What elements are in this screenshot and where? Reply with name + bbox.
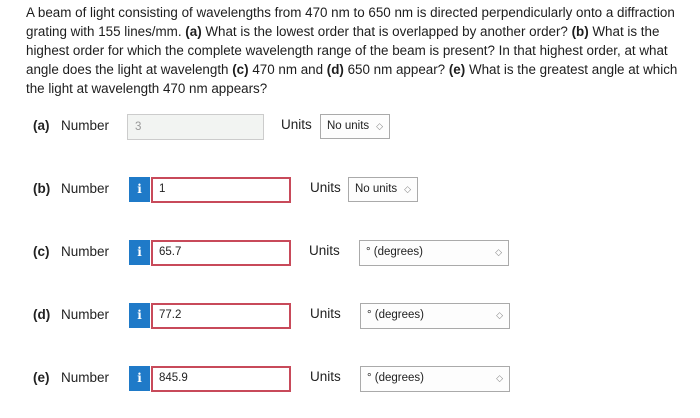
part-label: (d) (33, 307, 51, 322)
info-icon[interactable]: i (129, 240, 150, 265)
answer-input-a[interactable]: 3 (127, 114, 264, 140)
answer-input-d[interactable]: 77.2 (151, 303, 291, 329)
part-a-question: What is the lowest order that is overlap… (201, 24, 572, 39)
units-value: ° (degrees) (367, 372, 425, 384)
units-label: Units (310, 369, 341, 384)
info-icon[interactable]: i (129, 303, 150, 328)
part-b-tag: (b) (571, 24, 589, 39)
part-c-question: 470 nm and (248, 62, 327, 77)
part-label: (c) (33, 244, 50, 259)
part-d-question: 650 nm appear? (343, 62, 449, 77)
chevron-updown-icon: ◇ (495, 247, 502, 257)
part-d-tag: (d) (326, 62, 344, 77)
number-label: Number (61, 244, 110, 259)
units-select-d[interactable]: ° (degrees) ◇ (360, 303, 510, 329)
info-icon[interactable]: i (129, 177, 150, 202)
chevron-updown-icon: ◇ (404, 184, 411, 194)
part-a-tag: (a) (185, 24, 202, 39)
answer-input-e[interactable]: 845.9 (151, 366, 291, 392)
part-label: (b) (33, 181, 51, 196)
units-value: No units (355, 183, 398, 195)
units-select-b[interactable]: No units ◇ (348, 177, 418, 202)
chevron-updown-icon: ◇ (496, 373, 503, 383)
units-value: No units (327, 120, 370, 132)
units-value: ° (degrees) (367, 309, 425, 321)
number-label: Number (61, 307, 110, 322)
units-label: Units (309, 243, 340, 258)
number-label: Number (61, 181, 110, 196)
units-label: Units (310, 180, 341, 195)
part-label: (a) (33, 118, 50, 133)
question-text: A beam of light consisting of wavelength… (26, 3, 686, 98)
chevron-updown-icon: ◇ (496, 310, 503, 320)
units-label: Units (281, 117, 312, 132)
number-label: Number (61, 118, 110, 133)
number-label: Number (61, 370, 110, 385)
part-c-tag: (c) (232, 62, 249, 77)
answer-input-b[interactable]: 1 (151, 177, 291, 203)
part-e-tag: (e) (448, 62, 466, 77)
part-label: (e) (33, 370, 50, 385)
answer-input-c[interactable]: 65.7 (151, 240, 291, 266)
units-label: Units (310, 306, 341, 321)
info-icon[interactable]: i (129, 366, 150, 391)
units-select-e[interactable]: ° (degrees) ◇ (360, 366, 510, 392)
units-select-c[interactable]: ° (degrees) ◇ (359, 240, 509, 266)
chevron-updown-icon: ◇ (376, 121, 383, 131)
units-value: ° (degrees) (366, 246, 424, 258)
units-select-a[interactable]: No units ◇ (320, 114, 390, 139)
